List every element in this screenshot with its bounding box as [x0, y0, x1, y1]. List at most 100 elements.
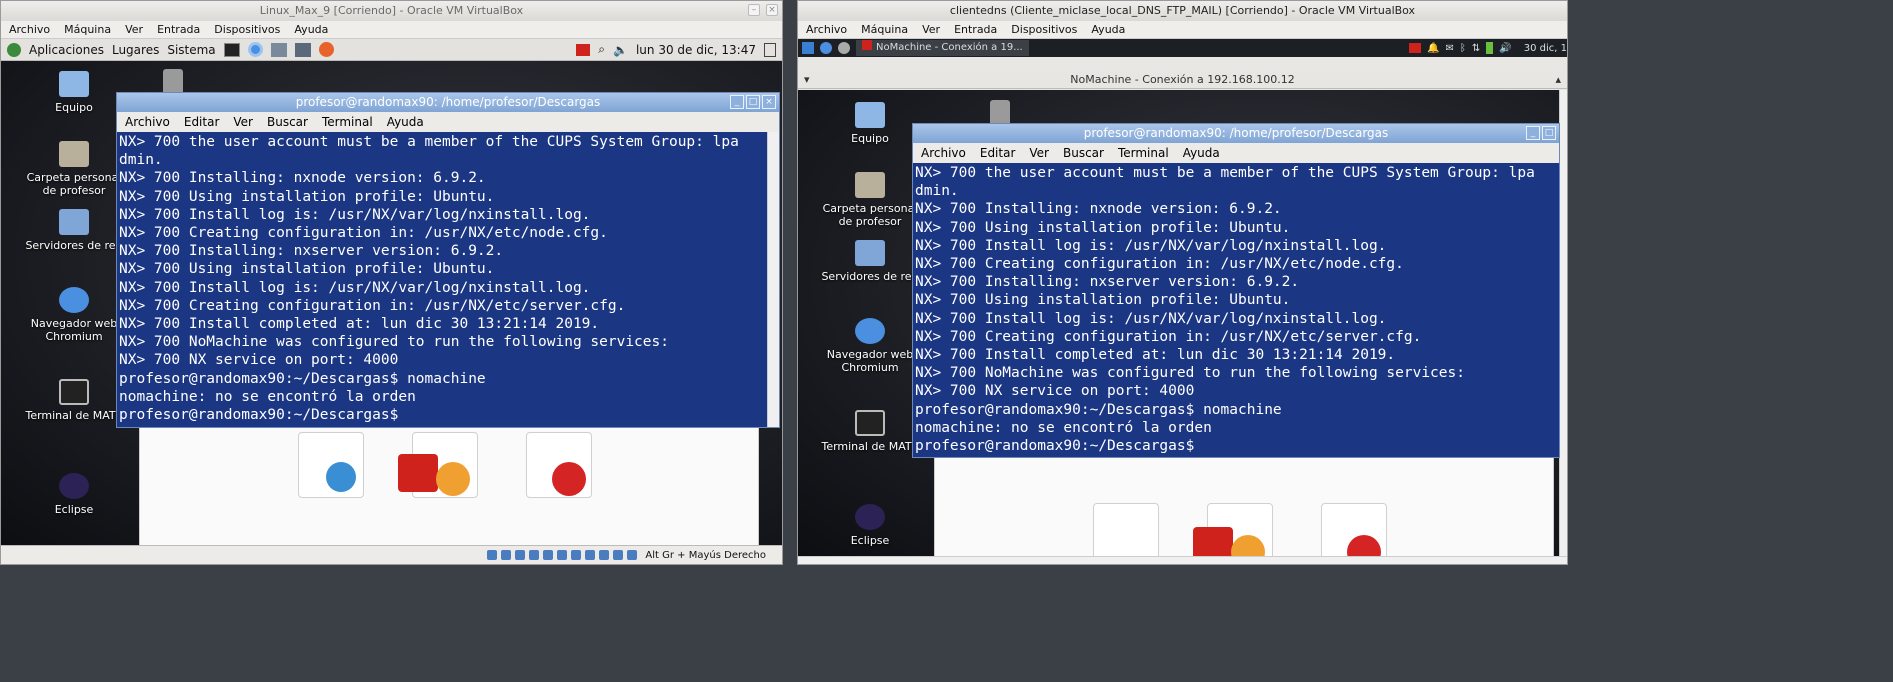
left-vm-titlebar[interactable]: Linux_Max_9 [Corriendo] - Oracle VM Virt… [1, 1, 782, 21]
minimize-icon[interactable]: – [748, 4, 760, 16]
maximize-icon[interactable]: □ [746, 95, 760, 109]
menu-ayuda[interactable]: Ayuda [387, 112, 424, 132]
display-status-icon[interactable] [571, 550, 582, 560]
terminal-line: NX> 700 Using installation profile: Ubun… [119, 261, 495, 278]
mouse-integration-icon[interactable] [613, 550, 624, 560]
taskbar-clock[interactable]: 30 dic, 1 [1524, 43, 1567, 54]
menu-archivo[interactable]: Archivo [9, 21, 50, 38]
computer-icon [59, 71, 89, 97]
keyboard-capture-icon[interactable] [627, 550, 638, 560]
desktop-icon-equipo[interactable]: Equipo [24, 71, 124, 114]
nomachine-tray-icon[interactable] [1409, 43, 1422, 53]
bluetooth-icon[interactable]: ᛒ [1460, 43, 1466, 54]
menu-ayuda[interactable]: Ayuda [294, 21, 328, 38]
desktop-icon-chromium[interactable]: Navegador web Chromium [820, 318, 920, 374]
panel-clock[interactable]: lun 30 de dic, 13:47 [636, 43, 756, 57]
desktop-icon-eclipse[interactable]: Eclipse [820, 504, 920, 547]
volume-icon[interactable]: 🔊 [1499, 43, 1511, 54]
menu-ver[interactable]: Ver [922, 21, 940, 38]
terminal-output[interactable]: NX> 700 the user account must be a membe… [117, 132, 779, 425]
menu-archivo[interactable]: Archivo [125, 112, 170, 132]
menu-buscar[interactable]: Buscar [1063, 143, 1104, 163]
close-icon[interactable]: × [766, 4, 778, 16]
optical-status-icon[interactable] [501, 550, 512, 560]
volume-icon[interactable]: 🔈 [613, 43, 628, 57]
app-launcher-icon[interactable] [270, 42, 287, 57]
menu-icon[interactable] [802, 42, 814, 54]
firefox-launcher-icon[interactable] [318, 42, 334, 57]
menu-ver[interactable]: Ver [233, 112, 253, 132]
nomachine-tray-icon[interactable] [576, 43, 591, 56]
left-vm-menubar: Archivo Máquina Ver Entrada Dispositivos… [1, 21, 782, 39]
menu-dispositivos[interactable]: Dispositivos [1011, 21, 1077, 38]
menu-ayuda[interactable]: Ayuda [1183, 143, 1220, 163]
menu-entrada[interactable]: Entrada [157, 21, 200, 38]
nomachine-window-titlebar[interactable]: ▾ NoMachine - Conexión a 192.168.100.12 … [798, 71, 1567, 89]
menu-maquina[interactable]: Máquina [861, 21, 908, 38]
terminal-titlebar[interactable]: profesor@randomax90: /home/profesor/Desc… [913, 124, 1559, 143]
places-menu[interactable]: Lugares [112, 43, 159, 57]
remote-horizontal-scrollbar[interactable] [798, 556, 1567, 564]
audio-status-icon[interactable] [515, 550, 526, 560]
battery-icon[interactable] [1486, 42, 1494, 54]
minimize-icon[interactable]: _ [730, 95, 744, 109]
hdd-status-icon[interactable] [487, 550, 498, 560]
menu-maquina[interactable]: Máquina [64, 21, 111, 38]
desktop-icon-terminal[interactable]: Terminal de MATE [820, 410, 920, 453]
desktop-icon-network[interactable]: Servidores de red [24, 209, 124, 252]
desktop-icon-home[interactable]: Carpeta personal de profesor [820, 172, 920, 228]
mate-logo-icon[interactable] [7, 42, 21, 57]
network-icon[interactable] [838, 42, 850, 54]
minimize-icon[interactable]: _ [1526, 126, 1540, 140]
menu-terminal[interactable]: Terminal [1118, 143, 1169, 163]
desktop-icon-eclipse[interactable]: Eclipse [24, 473, 124, 516]
terminal-launcher-icon[interactable] [223, 42, 240, 57]
system-menu[interactable]: Sistema [167, 43, 215, 57]
menu-ver[interactable]: Ver [1029, 143, 1049, 163]
menu-editar[interactable]: Editar [184, 112, 220, 132]
menu-archivo[interactable]: Archivo [806, 21, 847, 38]
chromium-launcher-icon[interactable] [247, 42, 263, 57]
desktop-icon-chromium[interactable]: Navegador web Chromium [24, 287, 124, 343]
terminal-titlebar[interactable]: profesor@randomax90: /home/profesor/Desc… [117, 93, 779, 112]
desktop-icon-network[interactable]: Servidores de red [820, 240, 920, 283]
terminal-title: profesor@randomax90: /home/profesor/Desc… [295, 95, 601, 109]
close-icon[interactable]: × [762, 95, 776, 109]
applications-menu[interactable]: Aplicaciones [29, 43, 104, 57]
menu-ver[interactable]: Ver [125, 21, 143, 38]
show-desktop-icon[interactable] [764, 42, 776, 57]
taskbar-nomachine-item[interactable]: NoMachine - Conexión a 19... [856, 40, 1029, 56]
network-icon [855, 240, 885, 266]
menu-terminal[interactable]: Terminal [322, 112, 373, 132]
terminal-line: NX> 700 NX service on port: 4000 [119, 352, 399, 369]
menu-ayuda[interactable]: Ayuda [1091, 21, 1125, 38]
terminal-output[interactable]: NX> 700 the user account must be a membe… [913, 163, 1559, 456]
shared-folder-status-icon[interactable] [557, 550, 568, 560]
network-arrows-icon[interactable]: ⇅ [1472, 43, 1480, 54]
menu-dispositivos[interactable]: Dispositivos [214, 21, 280, 38]
menu-entrada[interactable]: Entrada [954, 21, 997, 38]
mail-icon[interactable]: ✉ [1446, 43, 1454, 54]
vt-status-icon[interactable] [599, 550, 610, 560]
recording-status-icon[interactable] [585, 550, 596, 560]
menu-buscar[interactable]: Buscar [267, 112, 308, 132]
window-buttons-icon[interactable]: ▴ [1555, 71, 1561, 89]
network-status-icon[interactable] [529, 550, 540, 560]
remote-vertical-scrollbar[interactable] [1559, 90, 1567, 556]
desktop-icon-equipo[interactable]: Equipo [820, 102, 920, 145]
chromium-icon[interactable] [820, 42, 832, 54]
maximize-icon[interactable]: □ [1542, 126, 1556, 140]
app-launcher-icon-2[interactable] [294, 42, 311, 57]
usb-status-icon[interactable] [543, 550, 554, 560]
search-icon[interactable]: ⌕ [598, 42, 605, 57]
terminal-scrollbar[interactable] [767, 132, 779, 427]
menu-editar[interactable]: Editar [980, 143, 1016, 163]
right-vm-titlebar[interactable]: clientedns (Cliente_miclase_local_DNS_FT… [798, 1, 1567, 21]
desktop-icon-terminal[interactable]: Terminal de MATE [24, 379, 124, 422]
bell-icon[interactable]: 🔔 [1427, 43, 1439, 54]
desktop-icon-home[interactable]: Carpeta personal de profesor [24, 141, 124, 197]
menu-archivo[interactable]: Archivo [921, 143, 966, 163]
window-menu-icon[interactable]: ▾ [804, 71, 810, 89]
nomachine-icon [862, 40, 872, 50]
cancel-icon [436, 462, 470, 496]
